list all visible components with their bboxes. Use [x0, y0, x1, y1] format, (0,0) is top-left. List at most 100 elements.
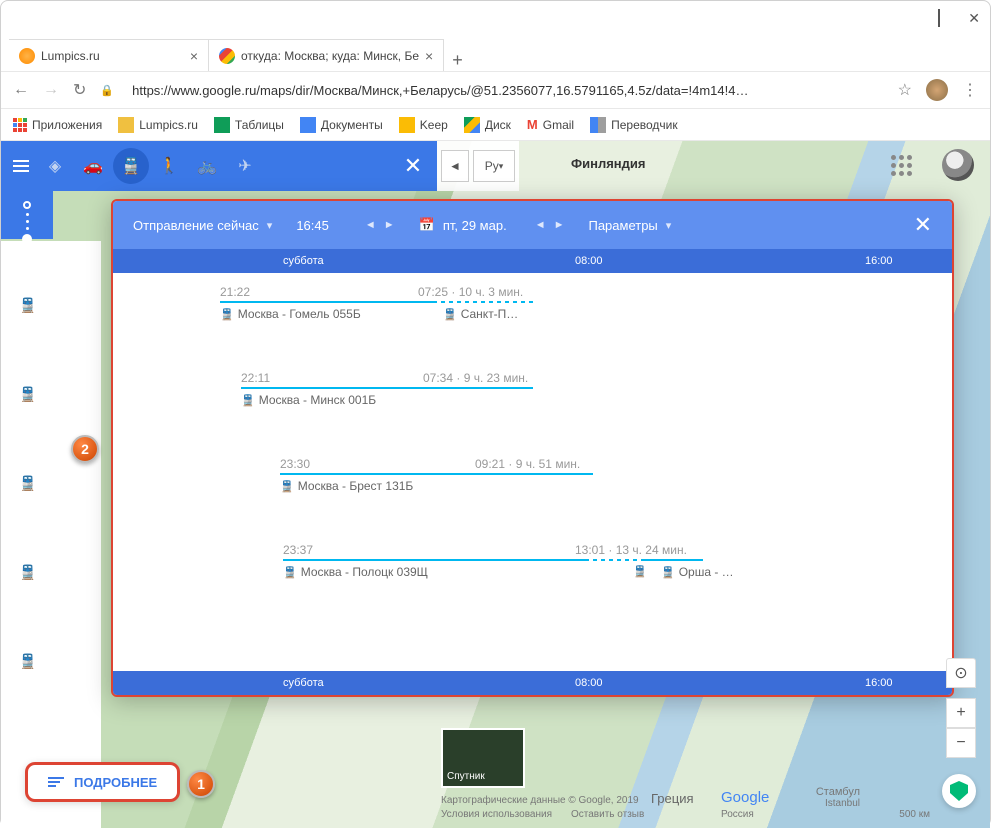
scale-text: 500 км [899, 809, 930, 820]
date-selector[interactable]: 📅 пт, 29 мар. ◄ ► [419, 217, 565, 233]
terms-link[interactable]: Условия использования [441, 809, 552, 820]
calendar-icon: 📅 [419, 217, 435, 233]
reload-button[interactable]: ↻ [73, 80, 86, 100]
keep-icon [399, 117, 415, 133]
google-apps-button[interactable] [891, 155, 912, 176]
depart-time: 23:30 [280, 457, 310, 471]
tab-lumpics[interactable]: Lumpics.ru × [9, 39, 209, 71]
close-directions-button[interactable]: ✕ [395, 148, 431, 184]
new-tab-button[interactable]: + [452, 50, 463, 71]
trip-row[interactable]: 22:11 07:34 · 9 ч. 23 мин. 🚆Москва - Мин… [113, 373, 952, 449]
zoom-in-button[interactable]: + [946, 698, 976, 728]
bookmark-translate[interactable]: Переводчик [590, 117, 678, 133]
adblock-badge[interactable] [942, 774, 976, 808]
map-label-istanbul: Стамбул [816, 786, 860, 798]
browser-menu-button[interactable]: ⋮ [962, 80, 978, 100]
forward-button[interactable]: → [43, 81, 59, 99]
map-label-russia: Россия [721, 809, 754, 820]
address-bar: ← → ↻ 🔒 https://www.google.ru/maps/dir/М… [1, 71, 990, 109]
date-prev-button[interactable]: ◄ [535, 219, 546, 231]
depart-time: 21:22 [220, 285, 250, 299]
zoom-controls: ⊙ + − [946, 658, 976, 758]
apps-button[interactable]: Приложения [13, 118, 102, 132]
bookmark-gmail[interactable]: MGmail [527, 117, 574, 132]
train-icon[interactable]: 🚆 [19, 653, 36, 670]
time-prev-button[interactable]: ◄ [365, 219, 376, 231]
mode-bike[interactable]: 🚲 [189, 148, 225, 184]
train-icon: 🚆 [280, 480, 294, 493]
bookmark-star-button[interactable]: ☆ [898, 80, 912, 100]
zoom-out-button[interactable]: − [946, 728, 976, 758]
satellite-toggle[interactable]: Спутник [441, 728, 525, 788]
bookmark-sheets[interactable]: Таблицы [214, 117, 284, 133]
train-icon: 🚆 [283, 566, 297, 579]
button-label: ПОДРОБНЕЕ [74, 775, 157, 790]
scale-label: 16:00 [865, 677, 893, 689]
bookmark-keep[interactable]: Keep [399, 117, 448, 133]
schedule-body[interactable]: 21:22 07:25 · 10 ч. 3 мин. 🚆Москва - Гом… [113, 273, 952, 671]
folder-icon [118, 117, 134, 133]
mode-car[interactable]: 🚗 [75, 148, 111, 184]
schedule-modal: Отправление сейчас▾ 16:45 ◄ ► 📅 пт, 29 м… [111, 199, 954, 697]
scale-label: 16:00 [865, 255, 893, 267]
depart-time: 22:11 [241, 371, 270, 385]
options-selector[interactable]: Параметры▾ [588, 218, 671, 233]
translate-icon [590, 117, 606, 133]
bookmark-docs[interactable]: Документы [300, 117, 383, 133]
annotation-2: 2 [71, 435, 99, 463]
url-field[interactable]: https://www.google.ru/maps/dir/Москва/Ми… [132, 83, 884, 98]
tab-close-button[interactable]: × [425, 48, 433, 64]
train-icon[interactable]: 🚆 [19, 386, 36, 403]
back-button[interactable]: ← [13, 81, 29, 99]
time-selector[interactable]: 16:45 ◄ ► [296, 218, 394, 233]
bookmark-lumpics[interactable]: Lumpics.ru [118, 117, 198, 133]
tab-google-maps[interactable]: откуда: Москва; куда: Минск, Бе × [209, 39, 444, 71]
close-modal-button[interactable]: ✕ [914, 212, 932, 238]
feedback-link[interactable]: Оставить отзыв [571, 809, 644, 820]
route-name: Москва - Гомель 055Б [238, 307, 361, 321]
bookmark-label: Диск [485, 118, 511, 132]
trip-row[interactable]: 21:22 07:25 · 10 ч. 3 мин. 🚆Москва - Гом… [113, 287, 952, 363]
time-value: 16:45 [296, 218, 329, 233]
close-window-button[interactable]: ✕ [968, 10, 980, 27]
train-icon[interactable]: 🚆 [19, 475, 36, 492]
time-next-button[interactable]: ► [384, 219, 395, 231]
maximize-button[interactable] [938, 10, 940, 26]
date-next-button[interactable]: ► [554, 219, 565, 231]
mode-best[interactable]: ◈ [37, 148, 73, 184]
mode-walk[interactable]: 🚶 [151, 148, 187, 184]
tab-close-button[interactable]: × [190, 48, 198, 64]
waypoints [1, 191, 53, 244]
bookmark-drive[interactable]: Диск [464, 117, 511, 133]
language-selector[interactable]: Ру ▾ [473, 150, 515, 182]
profile-avatar[interactable] [926, 79, 948, 101]
recenter-button[interactable]: ⊙ [946, 658, 976, 688]
trip-row[interactable]: 23:30 09:21 · 9 ч. 51 мин. 🚆Москва - Бре… [113, 459, 952, 535]
map-label-greece: Греция [651, 791, 694, 806]
route-name: Москва - Брест 131Б [298, 479, 414, 493]
train-icon[interactable]: 🚆 [19, 297, 36, 314]
prev-button[interactable]: ◄ [441, 150, 469, 182]
arrive-time: 07:34 [423, 371, 453, 385]
mode-flight[interactable]: ✈ [227, 148, 263, 184]
train-icon: 🚆 [220, 308, 234, 321]
map-label-istanbul-en: Istanbul [825, 798, 860, 809]
account-avatar[interactable] [942, 149, 974, 181]
bookmark-label: Документы [321, 118, 383, 132]
time-scale-bottom: суббота 08:00 16:00 [113, 671, 952, 695]
trip-row[interactable]: 23:37 13:01 · 13 ч. 24 мин. 🚆Москва - По… [113, 545, 952, 621]
duration: 9 ч. 23 мин. [464, 371, 529, 385]
menu-button[interactable] [7, 154, 35, 178]
arrive-time: 13:01 [575, 543, 605, 557]
depart-selector[interactable]: Отправление сейчас▾ [133, 218, 272, 233]
scale-label: суббота [283, 677, 324, 689]
docs-icon [300, 117, 316, 133]
mode-transit[interactable]: 🚆 [113, 148, 149, 184]
train-icon[interactable]: 🚆 [19, 564, 36, 581]
favicon-icon [19, 48, 35, 64]
duration: 9 ч. 51 мин. [516, 457, 581, 471]
chevron-down-icon: ▾ [666, 219, 672, 232]
satellite-label: Спутник [447, 771, 485, 782]
details-button[interactable]: ПОДРОБНЕЕ [25, 762, 180, 802]
list-icon [48, 777, 64, 787]
